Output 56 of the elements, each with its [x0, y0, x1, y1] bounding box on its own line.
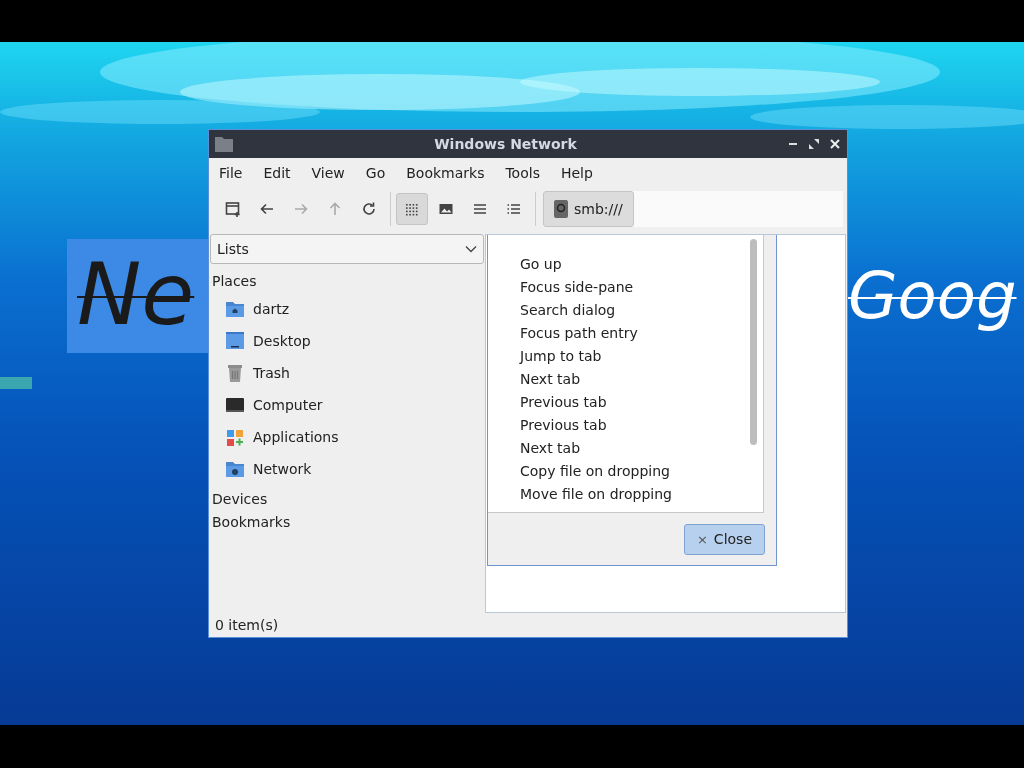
chevron-down-icon [465, 245, 477, 253]
desktop-icon [225, 331, 245, 351]
path-button[interactable]: smb:/// [543, 191, 634, 227]
shortcut-item[interactable]: Jump to tab [488, 345, 763, 368]
place-item[interactable]: dartz [209, 293, 485, 325]
side-pane-mode-dropdown[interactable]: Lists [210, 234, 484, 264]
up-arrow-icon [327, 201, 343, 217]
image-icon [438, 201, 454, 217]
menu-item[interactable]: Go [357, 165, 394, 181]
menu-item[interactable]: View [303, 165, 353, 181]
back-arrow-icon [259, 201, 275, 217]
desktop-marker [0, 377, 32, 389]
section-label[interactable]: Bookmarks [209, 511, 485, 534]
place-item[interactable]: Computer [209, 389, 485, 421]
shortcut-item[interactable]: Next tab [488, 368, 763, 391]
menu-item[interactable]: Bookmarks [398, 165, 493, 181]
shortcut-item[interactable]: Move file on dropping [488, 483, 763, 506]
shortcut-item[interactable]: Search dialog [488, 299, 763, 322]
place-item[interactable]: Desktop [209, 325, 485, 357]
scrollbar-thumb[interactable] [750, 239, 757, 445]
close-icon[interactable] [829, 138, 841, 150]
shortcut-item[interactable]: Next tab [488, 437, 763, 460]
place-item[interactable]: Network [209, 453, 485, 485]
place-item[interactable]: Applications [209, 421, 485, 453]
drive-icon [554, 200, 568, 218]
menu-item[interactable]: Tools [497, 165, 548, 181]
shortcut-item[interactable]: Copy file on dropping [488, 460, 763, 483]
close-button[interactable]: × Close [683, 523, 765, 555]
network-folder-icon [225, 459, 245, 479]
status-text: 0 item(s) [214, 616, 280, 635]
computer-icon [225, 395, 245, 415]
list-icon [472, 201, 488, 217]
section-label[interactable]: Places [209, 270, 485, 293]
applications-icon [225, 427, 245, 447]
folder-icon [215, 136, 233, 152]
section-label[interactable]: Devices [209, 488, 485, 511]
icons-button[interactable] [396, 193, 428, 225]
forward-arrow-icon [293, 201, 309, 217]
menu-item[interactable]: Help [552, 165, 601, 181]
new-tab-icon [225, 201, 241, 217]
menu-item[interactable]: Edit [255, 165, 299, 181]
shortcut-item[interactable]: Previous tab [488, 391, 763, 414]
menu-item[interactable]: File [211, 165, 251, 181]
desktop-title-text: Ne [77, 251, 195, 337]
maximize-icon[interactable] [808, 138, 820, 150]
place-item[interactable]: Trash [209, 357, 485, 389]
shortcut-item[interactable]: Go up [488, 253, 763, 276]
shortcut-item[interactable]: Focus path entry [488, 322, 763, 345]
home-folder-icon [225, 299, 245, 319]
trash-icon [225, 363, 245, 383]
shortcut-item[interactable]: Focus side-pane [488, 276, 763, 299]
detailed-list-icon [506, 201, 522, 217]
grid-icon [404, 201, 420, 217]
window-title: Windows Network [433, 136, 578, 152]
shortcut-item[interactable]: Previous tab [488, 414, 763, 437]
reload-icon [361, 201, 377, 217]
